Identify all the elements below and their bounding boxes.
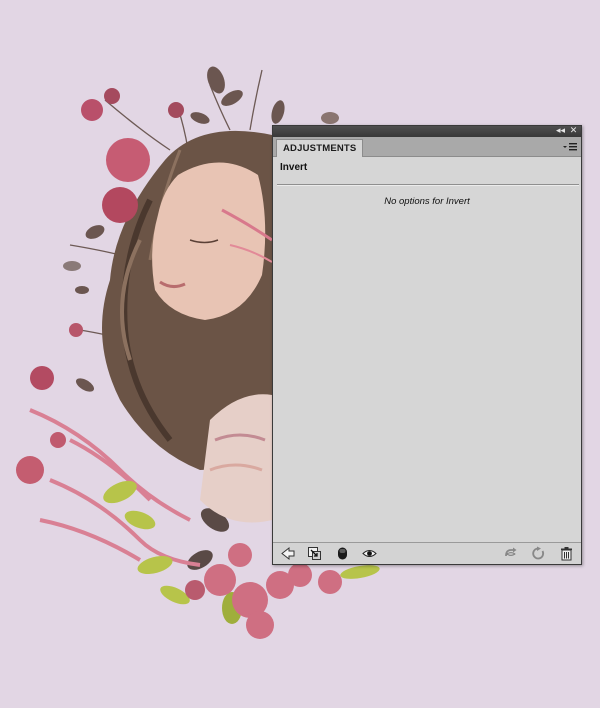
collapse-panel-icon[interactable]: ◂◂	[554, 126, 567, 137]
trash-icon[interactable]	[559, 546, 574, 561]
no-options-message: No options for Invert	[384, 196, 470, 207]
tab-adjustments[interactable]: ADJUSTMENTS	[276, 139, 364, 157]
adjustments-panel: ◂◂ ✕ ADJUSTMENTS Invert No options for I…	[272, 125, 582, 565]
visibility-eye-icon[interactable]	[362, 546, 377, 561]
panel-tab-row: ADJUSTMENTS	[273, 137, 581, 157]
panel-bottom-toolbar	[273, 542, 581, 564]
panel-titlebar[interactable]: ◂◂ ✕	[273, 126, 581, 137]
adjustment-title: Invert	[280, 162, 308, 173]
view-previous-state-icon[interactable]	[503, 546, 518, 561]
close-panel-icon[interactable]: ✕	[567, 126, 580, 137]
clip-to-layer-icon[interactable]	[307, 546, 322, 561]
panel-menu-icon[interactable]	[563, 140, 577, 152]
mask-toggle-icon[interactable]	[335, 546, 350, 561]
back-arrow-icon[interactable]	[280, 546, 295, 561]
reset-icon[interactable]	[531, 546, 546, 561]
divider	[277, 184, 579, 186]
